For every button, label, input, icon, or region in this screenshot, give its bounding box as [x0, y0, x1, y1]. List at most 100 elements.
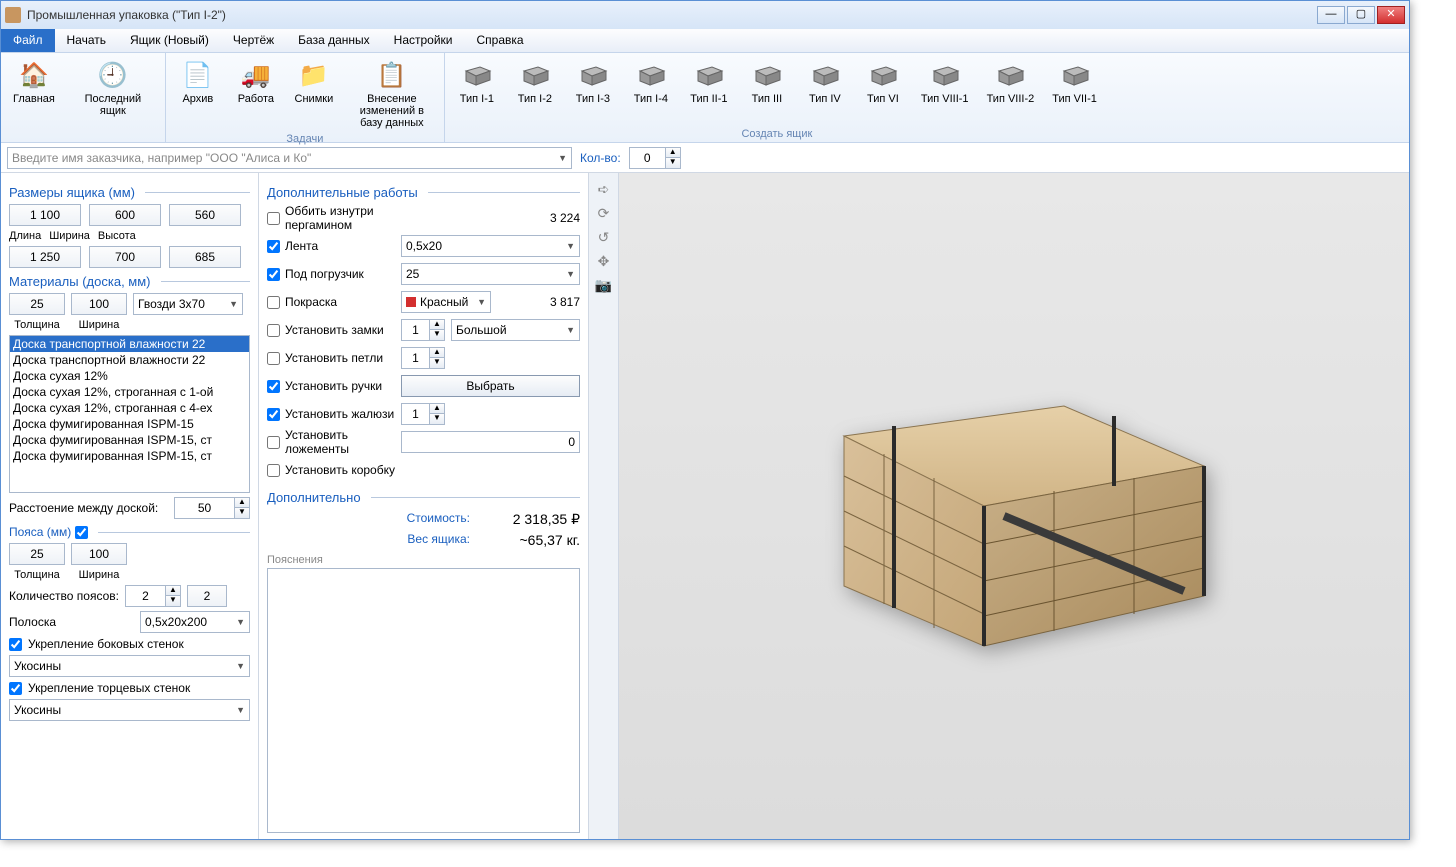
belt-count-2[interactable] [187, 585, 227, 607]
belt-count-spinner-1[interactable]: ▲▼ [125, 585, 181, 607]
work-checkbox-label[interactable]: Под погрузчик [267, 267, 395, 281]
list-item[interactable]: Доска сухая 12%, строганная с 1-ой [10, 384, 249, 400]
list-item[interactable]: Доска фумигированная ISPM-15, ст [10, 432, 249, 448]
work-checkbox-label[interactable]: Установить петли [267, 351, 395, 365]
ribbon-button-label: Архив [182, 93, 213, 105]
work-checkbox-label[interactable]: Оббить изнутри пергамином [267, 204, 395, 232]
qty-spinner[interactable]: ▲▼ [629, 147, 681, 169]
camera-icon[interactable]: 📷 [594, 275, 614, 295]
ribbon-button[interactable]: Тип II-1 [685, 57, 733, 107]
ribbon-button[interactable]: Тип VIII-2 [983, 57, 1039, 107]
ribbon-button[interactable]: 🏠Главная [9, 57, 59, 107]
belt-width-input[interactable] [71, 543, 127, 565]
ribbon-button[interactable]: Тип I-3 [569, 57, 617, 107]
dimension-input[interactable] [9, 204, 81, 226]
work-checkbox[interactable] [267, 240, 280, 253]
list-item[interactable]: Доска фумигированная ISPM-15 [10, 416, 249, 432]
list-item[interactable]: Доска сухая 12% [10, 368, 249, 384]
work-number-input[interactable] [401, 431, 580, 453]
ribbon-button[interactable]: 📄Архив [174, 57, 222, 107]
works-title: Дополнительные работы [267, 185, 580, 200]
reinforce-side-chk[interactable] [9, 638, 22, 651]
ribbon-button[interactable]: Тип VII-1 [1048, 57, 1101, 107]
ribbon-button[interactable]: 📁Снимки [290, 57, 338, 107]
belt-thickness-input[interactable] [9, 543, 65, 565]
qty-input[interactable] [629, 147, 665, 169]
work-checkbox[interactable] [267, 436, 280, 449]
work-spinner[interactable]: ▲▼ [401, 319, 445, 341]
menu-item[interactable]: Ящик (Новый) [118, 29, 221, 52]
plank-listbox[interactable]: Доска транспортной влажности 22Доска тра… [9, 335, 250, 493]
ribbon-button[interactable]: 📋Внесение изменений в базу данных [348, 57, 436, 131]
color-select[interactable]: Красный▼ [401, 291, 491, 313]
work-select[interactable]: 25▼ [401, 263, 580, 285]
work-spinner[interactable]: ▲▼ [401, 347, 445, 369]
ribbon-button[interactable]: Тип I-1 [453, 57, 501, 107]
work-checkbox[interactable] [267, 324, 280, 337]
reinforce-side-combo[interactable]: Укосины▼ [9, 655, 250, 677]
spinner-down-icon[interactable]: ▼ [666, 158, 680, 168]
choose-button[interactable]: Выбрать [401, 375, 580, 397]
work-checkbox-label[interactable]: Установить ложементы [267, 428, 395, 456]
work-spinner[interactable]: ▲▼ [401, 403, 445, 425]
dimension-outer-input[interactable] [169, 246, 241, 268]
strip-combo[interactable]: 0,5x20x200▼ [140, 611, 250, 633]
dimension-input[interactable] [169, 204, 241, 226]
ribbon-button[interactable]: Тип IV [801, 57, 849, 107]
ribbon-button[interactable]: Тип III [743, 57, 791, 107]
work-select-2[interactable]: Большой▼ [451, 319, 580, 341]
ribbon-button[interactable]: Тип VIII-1 [917, 57, 973, 107]
ribbon-button[interactable]: 🚚Работа [232, 57, 280, 107]
move-icon[interactable]: ✥ [594, 251, 614, 271]
minimize-button[interactable]: — [1317, 6, 1345, 24]
work-checkbox[interactable] [267, 464, 280, 477]
notes-textarea[interactable] [267, 568, 580, 833]
refresh-icon[interactable]: ⟳ [594, 203, 614, 223]
rotate-icon[interactable]: ↺ [594, 227, 614, 247]
belts-checkbox[interactable] [75, 526, 88, 539]
ribbon-button[interactable]: Тип I-4 [627, 57, 675, 107]
ribbon-button[interactable]: 🕘Последний ящик [69, 57, 157, 119]
list-item[interactable]: Доска транспортной влажности 22 [10, 352, 249, 368]
spinner-up-icon[interactable]: ▲ [666, 148, 680, 158]
dimension-input[interactable] [89, 204, 161, 226]
reinforce-end-chk[interactable] [9, 682, 22, 695]
work-checkbox-label[interactable]: Установить ручки [267, 379, 395, 393]
close-button[interactable]: ✕ [1377, 6, 1405, 24]
list-item[interactable]: Доска транспортной влажности 22 [10, 336, 249, 352]
thickness-input[interactable] [9, 293, 65, 315]
list-item[interactable]: Доска сухая 12%, строганная с 4-ех [10, 400, 249, 416]
work-checkbox-label[interactable]: Установить замки [267, 323, 395, 337]
customer-combo[interactable]: Введите имя заказчика, например "ООО "Ал… [7, 147, 572, 169]
ribbon-button[interactable]: Тип VI [859, 57, 907, 107]
work-checkbox[interactable] [267, 212, 280, 225]
work-select[interactable]: 0,5x20▼ [401, 235, 580, 257]
work-checkbox-label[interactable]: Установить жалюзи [267, 407, 395, 421]
reinforce-end-combo[interactable]: Укосины▼ [9, 699, 250, 721]
list-item[interactable]: Доска фумигированная ISPM-15, ст [10, 448, 249, 464]
plank-spacing-spinner[interactable]: ▲▼ [174, 497, 250, 519]
work-checkbox[interactable] [267, 352, 280, 365]
menu-item[interactable]: Настройки [382, 29, 465, 52]
menu-item[interactable]: Справка [465, 29, 536, 52]
work-checkbox-label[interactable]: Покраска [267, 295, 395, 309]
work-checkbox[interactable] [267, 268, 280, 281]
dimension-outer-input[interactable] [9, 246, 81, 268]
ribbon-button[interactable]: Тип I-2 [511, 57, 559, 107]
dimension-outer-input[interactable] [89, 246, 161, 268]
work-checkbox[interactable] [267, 296, 280, 309]
menu-item[interactable]: Начать [55, 29, 119, 52]
nails-combo[interactable]: Гвозди 3x70▼ [133, 293, 243, 315]
menu-item[interactable]: Чертёж [221, 29, 286, 52]
work-price: 3 817 [550, 295, 580, 309]
width-input[interactable] [71, 293, 127, 315]
3d-viewport[interactable] [619, 173, 1409, 839]
work-checkbox-label[interactable]: Установить коробку [267, 463, 395, 477]
menu-item[interactable]: Файл [1, 29, 55, 52]
work-checkbox-label[interactable]: Лента [267, 239, 395, 253]
work-checkbox[interactable] [267, 408, 280, 421]
work-checkbox[interactable] [267, 380, 280, 393]
forward-icon[interactable]: ➪ [594, 179, 614, 199]
menu-item[interactable]: База данных [286, 29, 381, 52]
maximize-button[interactable]: ▢ [1347, 6, 1375, 24]
